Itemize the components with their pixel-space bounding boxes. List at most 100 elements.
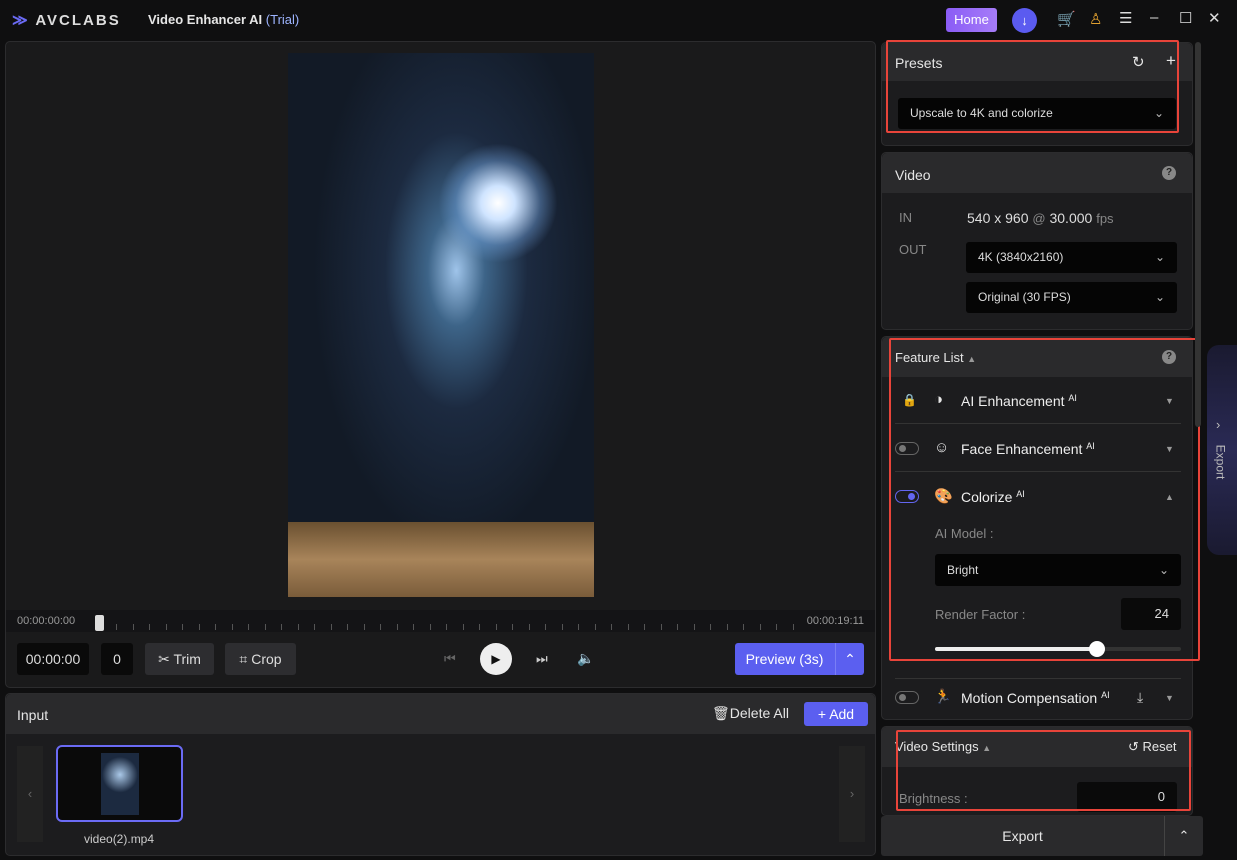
in-label: IN (899, 210, 912, 225)
trim-label: Trim (173, 651, 201, 667)
caret-down-icon[interactable]: ▼ (1165, 444, 1174, 454)
feature-list-title[interactable]: Feature List ▲ (895, 350, 976, 365)
caret-down-icon[interactable]: ▼ (1165, 693, 1174, 703)
render-factor-slider[interactable] (935, 641, 1181, 657)
resolution-select[interactable]: 4K (3840x2160) ⌄ (966, 242, 1177, 273)
video-settings-title[interactable]: Video Settings ▲ (895, 739, 991, 754)
export-side-tab[interactable]: › Export (1207, 345, 1237, 555)
feature-label: Motion Compensation (961, 690, 1098, 706)
input-panel: Input 🗑Delete All + Add ‹ › video(2).mp4 (5, 693, 876, 856)
download-model-icon[interactable]: ⤓ (1137, 689, 1143, 706)
maximize-icon[interactable]: ☐ (1179, 9, 1192, 27)
chevron-down-icon: ⌄ (1154, 290, 1165, 304)
time-field[interactable]: 00:00:00 (17, 643, 89, 675)
timeline-tick (132, 624, 134, 630)
feature-label: Colorize (961, 489, 1013, 505)
ai-model-label: AI Model : (935, 526, 994, 541)
minimize-icon[interactable]: – (1150, 9, 1158, 26)
brightness-input[interactable]: 0 (1077, 782, 1177, 812)
timeline-tick (693, 624, 695, 630)
scroll-left-button[interactable]: ‹ (17, 746, 43, 842)
brand-text: AVCLABS (35, 12, 121, 29)
timeline-tick (710, 624, 711, 630)
timeline-tick (578, 624, 579, 630)
playhead[interactable] (95, 615, 104, 631)
frame-field[interactable]: 0 (101, 643, 133, 675)
timeline-tick (479, 624, 480, 630)
previous-frame-icon[interactable]: ⏮ (444, 651, 456, 667)
framerate-select[interactable]: Original (30 FPS) ⌄ (966, 282, 1177, 313)
timeline-tick (198, 624, 200, 630)
preset-select[interactable]: Upscale to 4K and colorize ⌄ (898, 98, 1176, 129)
ai-badge: AI (1101, 690, 1110, 700)
framerate-value: Original (30 FPS) (978, 290, 1071, 304)
render-factor-input[interactable]: 24 (1121, 598, 1181, 630)
render-factor-label: Render Factor : (935, 607, 1026, 622)
feature-ai-enhancement[interactable]: AI Enhancement AI (961, 393, 1077, 409)
feature-list-label: Feature List (895, 350, 964, 365)
preview-options-chevron-icon[interactable]: ⌃ (835, 643, 864, 675)
ai-model-value: Bright (947, 563, 979, 577)
close-icon[interactable]: ✕ (1208, 9, 1221, 27)
timeline-tick (594, 624, 596, 630)
motion-compensation-toggle[interactable] (895, 691, 919, 704)
delete-all-button[interactable]: 🗑Delete All (712, 705, 789, 722)
timeline-tick (380, 624, 381, 630)
file-name: video(2).mp4 (84, 832, 155, 846)
input-title: Input (17, 707, 49, 723)
timeline-tick (512, 624, 513, 630)
help-icon[interactable]: ? (1162, 166, 1176, 180)
feature-face-enhancement[interactable]: Face Enhancement AI (961, 441, 1095, 457)
refresh-icon[interactable]: ↻ (1132, 53, 1145, 71)
caret-down-icon[interactable]: ▼ (1165, 396, 1174, 406)
video-preview (288, 53, 594, 597)
preview-button[interactable]: Preview (3s) ⌃ (735, 643, 864, 675)
contrast-icon: ◑ (934, 391, 944, 408)
ai-badge: AI (1086, 441, 1095, 451)
timeline-tick (611, 624, 612, 630)
ai-model-select[interactable]: Bright ⌄ (935, 554, 1181, 586)
next-frame-icon[interactable]: ⏭ (536, 651, 548, 667)
export-options-chevron-icon[interactable]: ⌃ (1164, 816, 1203, 856)
cart-icon[interactable]: 🛒 (1057, 10, 1076, 28)
timeline-tick (116, 624, 117, 630)
add-preset-icon[interactable]: + (1166, 51, 1176, 71)
timeline-tick (149, 624, 150, 630)
add-button[interactable]: + Add (804, 702, 868, 726)
preset-value: Upscale to 4K and colorize (910, 106, 1053, 120)
face-enhancement-toggle[interactable] (895, 442, 919, 455)
feature-motion-compensation[interactable]: Motion Compensation AI (961, 690, 1110, 706)
chevron-down-icon: ⌄ (1154, 250, 1165, 264)
feature-label: Face Enhancement (961, 441, 1083, 457)
help-icon[interactable]: ? (1162, 350, 1176, 364)
timeline-tick (297, 624, 299, 630)
timeline[interactable]: 00:00:00:00 00:00:19:11 (6, 610, 875, 632)
video-title: Video (895, 167, 931, 183)
export-button[interactable]: Export (881, 828, 1164, 844)
timeline-tick (627, 624, 629, 630)
timeline-tick (413, 624, 414, 630)
scrollbar[interactable] (1195, 42, 1201, 427)
ai-badge: AI (1016, 489, 1025, 499)
caret-up-icon: ▲ (982, 743, 992, 753)
play-button[interactable]: ▶ (480, 643, 512, 675)
volume-icon[interactable]: 🔈 (577, 650, 594, 667)
reset-button[interactable]: ↺ Reset (1128, 739, 1176, 755)
caret-up-icon[interactable]: ▲ (1165, 492, 1174, 502)
ai-badge: AI (1068, 393, 1077, 403)
timeline-tick (429, 624, 431, 630)
home-button[interactable]: Home (946, 8, 997, 32)
colorize-toggle[interactable] (895, 490, 919, 503)
slider-handle[interactable] (1089, 641, 1106, 657)
scroll-right-button[interactable]: › (839, 746, 865, 842)
trim-button[interactable]: ✂ Trim (145, 643, 214, 675)
user-icon[interactable]: ♙ (1089, 10, 1102, 28)
download-icon[interactable]: ↓ (1012, 8, 1037, 33)
crop-button[interactable]: ⌗ Crop (225, 643, 296, 675)
feature-colorize[interactable]: Colorize AI (961, 489, 1025, 505)
file-thumbnail[interactable] (56, 745, 183, 822)
timeline-tick (743, 624, 744, 630)
export-side-label: Export (1213, 444, 1228, 480)
menu-icon[interactable]: ☰ (1119, 9, 1132, 27)
export-bar: Export ⌃ (881, 816, 1203, 856)
